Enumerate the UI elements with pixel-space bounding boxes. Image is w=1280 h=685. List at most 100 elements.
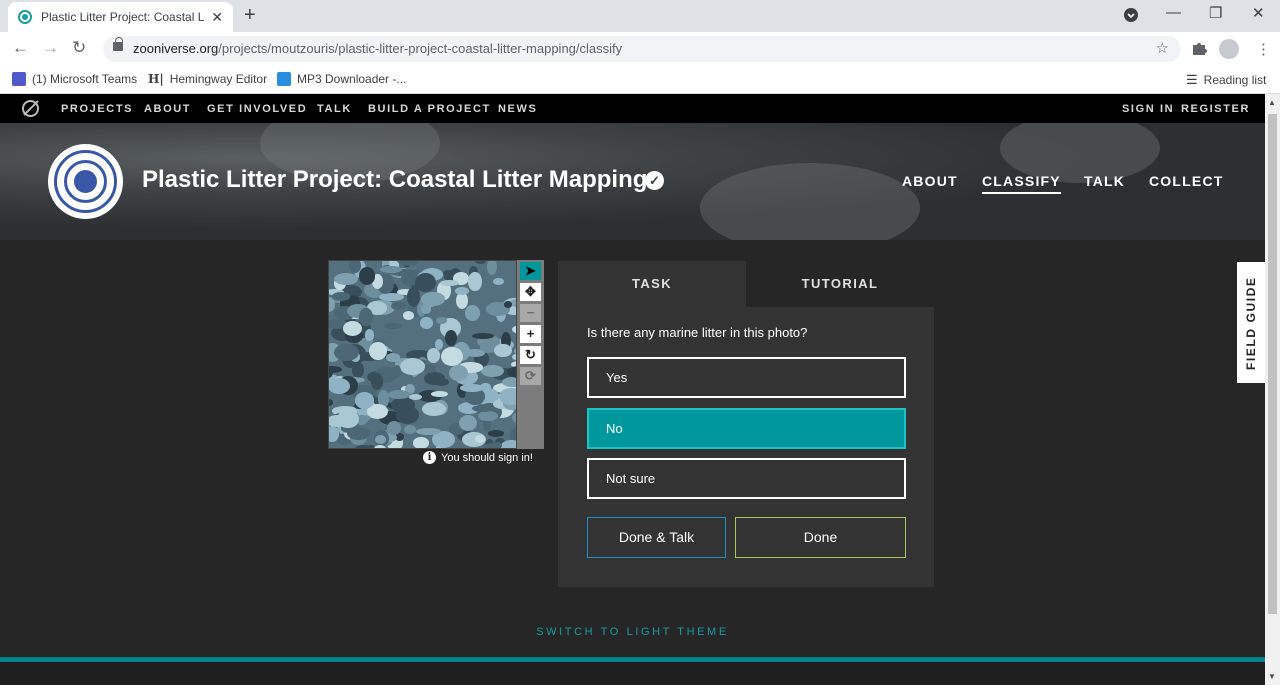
project-avatar[interactable] xyxy=(48,144,123,219)
pebble xyxy=(455,287,470,295)
extensions-icon[interactable] xyxy=(1191,40,1207,60)
project-nav-about[interactable]: ABOUT xyxy=(902,173,958,189)
nav-talk[interactable]: TALK xyxy=(317,103,352,115)
pebble xyxy=(430,390,448,398)
answer-no[interactable]: No xyxy=(587,408,906,449)
bookmark-star-icon[interactable]: ☆ xyxy=(1156,36,1169,62)
address-bar[interactable]: zooniverse.org/projects/moutzouris/plast… xyxy=(103,36,1181,62)
scroll-down-icon[interactable]: ▼ xyxy=(1268,672,1276,681)
nav-news[interactable]: NEWS xyxy=(498,103,537,115)
bookmark-mp3[interactable]: MP3 Downloader -... xyxy=(277,72,406,86)
scrollbar-thumb[interactable] xyxy=(1268,114,1277,614)
teams-icon xyxy=(12,72,26,86)
zooniverse-logo-icon[interactable] xyxy=(22,100,39,117)
nav-build-project[interactable]: BUILD A PROJECT xyxy=(368,103,491,115)
sign-in-link[interactable]: SIGN IN xyxy=(1122,103,1174,115)
switch-theme-link[interactable]: SWITCH TO LIGHT THEME xyxy=(0,626,1265,638)
menu-kebab-icon[interactable]: ⋮ xyxy=(1256,40,1271,58)
bookmark-teams[interactable]: (1) Microsoft Teams xyxy=(12,72,137,86)
bookmark-hemingway[interactable]: H| Hemingway Editor xyxy=(148,72,267,86)
zoom-in-icon[interactable]: + xyxy=(520,325,541,343)
pebble xyxy=(358,307,373,327)
reload-icon[interactable]: ↻ xyxy=(72,38,86,58)
new-tab-button[interactable]: + xyxy=(244,4,256,27)
pebble xyxy=(464,348,486,357)
pebble xyxy=(448,364,468,382)
reset-icon[interactable]: ⟳ xyxy=(520,367,541,385)
pebble xyxy=(415,273,437,293)
reading-list[interactable]: ☰ Reading list xyxy=(1186,72,1266,88)
pebble xyxy=(502,377,516,388)
pebble xyxy=(364,329,375,341)
task-question: Is there any marine litter in this photo… xyxy=(587,325,808,340)
pebble xyxy=(433,378,450,386)
project-title: Plastic Litter Project: Coastal Litter M… xyxy=(142,166,648,193)
pebble xyxy=(468,271,482,291)
pebble xyxy=(420,304,432,314)
sign-in-notice-text: You should sign in! xyxy=(441,451,533,464)
nav-projects[interactable]: PROJECTS xyxy=(61,103,133,115)
pebble xyxy=(492,278,505,285)
zooniverse-nav: PROJECTS ABOUT GET INVOLVED TALK BUILD A… xyxy=(0,94,1265,123)
pebble xyxy=(407,287,421,307)
pebble xyxy=(494,343,513,358)
mp3-downloader-icon xyxy=(277,72,291,86)
pebble xyxy=(391,301,407,310)
move-icon[interactable]: ✥ xyxy=(520,283,541,301)
pebble xyxy=(332,292,351,301)
forward-icon[interactable]: → xyxy=(42,38,59,58)
field-guide-label: FIELD GUIDE xyxy=(1244,276,1258,370)
info-icon: i xyxy=(423,451,436,464)
pebble xyxy=(471,404,493,413)
project-nav-classify[interactable]: CLASSIFY xyxy=(982,173,1061,194)
bookmark-label: MP3 Downloader -... xyxy=(297,72,407,86)
scroll-up-icon[interactable]: ▲ xyxy=(1268,98,1276,107)
tab-tutorial[interactable]: TUTORIAL xyxy=(746,261,934,307)
tab-task[interactable]: TASK xyxy=(558,261,746,307)
pebble xyxy=(334,272,358,285)
pebble xyxy=(439,279,459,287)
project-nav-talk[interactable]: TALK xyxy=(1084,173,1125,189)
rotate-icon[interactable]: ↻ xyxy=(520,346,541,364)
pebble xyxy=(458,414,478,432)
browser-tab[interactable]: Plastic Litter Project: Coastal Litte ✕ xyxy=(8,2,233,32)
back-icon[interactable]: ← xyxy=(12,38,29,58)
url-path: /projects/moutzouris/plastic-litter-proj… xyxy=(218,41,623,56)
hemingway-icon: H| xyxy=(148,72,164,86)
tab-search-icon[interactable] xyxy=(1124,8,1138,26)
pebble xyxy=(342,320,362,336)
zoom-out-icon[interactable]: − xyxy=(520,304,541,322)
field-guide-tab[interactable]: FIELD GUIDE xyxy=(1237,262,1265,383)
pointer-icon[interactable]: ➤ xyxy=(520,262,541,280)
subject-image[interactable] xyxy=(328,260,517,449)
pebble xyxy=(492,441,502,448)
nav-get-involved[interactable]: GET INVOLVED xyxy=(207,103,307,115)
profile-avatar-icon[interactable] xyxy=(1219,39,1239,59)
register-link[interactable]: REGISTER xyxy=(1181,103,1250,115)
url-domain: zooniverse.org xyxy=(133,41,219,56)
pebble xyxy=(402,310,415,321)
answer-yes[interactable]: Yes xyxy=(587,357,906,398)
page-scrollbar[interactable]: ▲ ▼ xyxy=(1265,94,1280,685)
nav-about[interactable]: ABOUT xyxy=(144,103,191,115)
minimize-icon[interactable]: — xyxy=(1166,4,1181,21)
bookmark-label: (1) Microsoft Teams xyxy=(32,72,138,86)
done-button[interactable]: Done xyxy=(735,517,906,558)
project-nav-collect[interactable]: COLLECT xyxy=(1149,173,1224,189)
pebble xyxy=(354,392,375,409)
done-and-talk-button[interactable]: Done & Talk xyxy=(587,517,726,558)
answer-not-sure[interactable]: Not sure xyxy=(587,458,906,499)
close-window-icon[interactable]: ✕ xyxy=(1252,4,1265,22)
verified-badge-icon: ✓ xyxy=(645,171,664,190)
pebble xyxy=(329,377,351,394)
pebble xyxy=(395,406,420,424)
close-tab-icon[interactable]: ✕ xyxy=(211,9,223,26)
pebble xyxy=(403,424,417,434)
pebble xyxy=(373,445,386,448)
pebble xyxy=(399,357,425,375)
pebble xyxy=(384,322,403,330)
pebble xyxy=(487,430,505,437)
restore-icon[interactable]: ❐ xyxy=(1209,4,1222,22)
pebble xyxy=(435,316,447,325)
pebble xyxy=(459,384,485,393)
